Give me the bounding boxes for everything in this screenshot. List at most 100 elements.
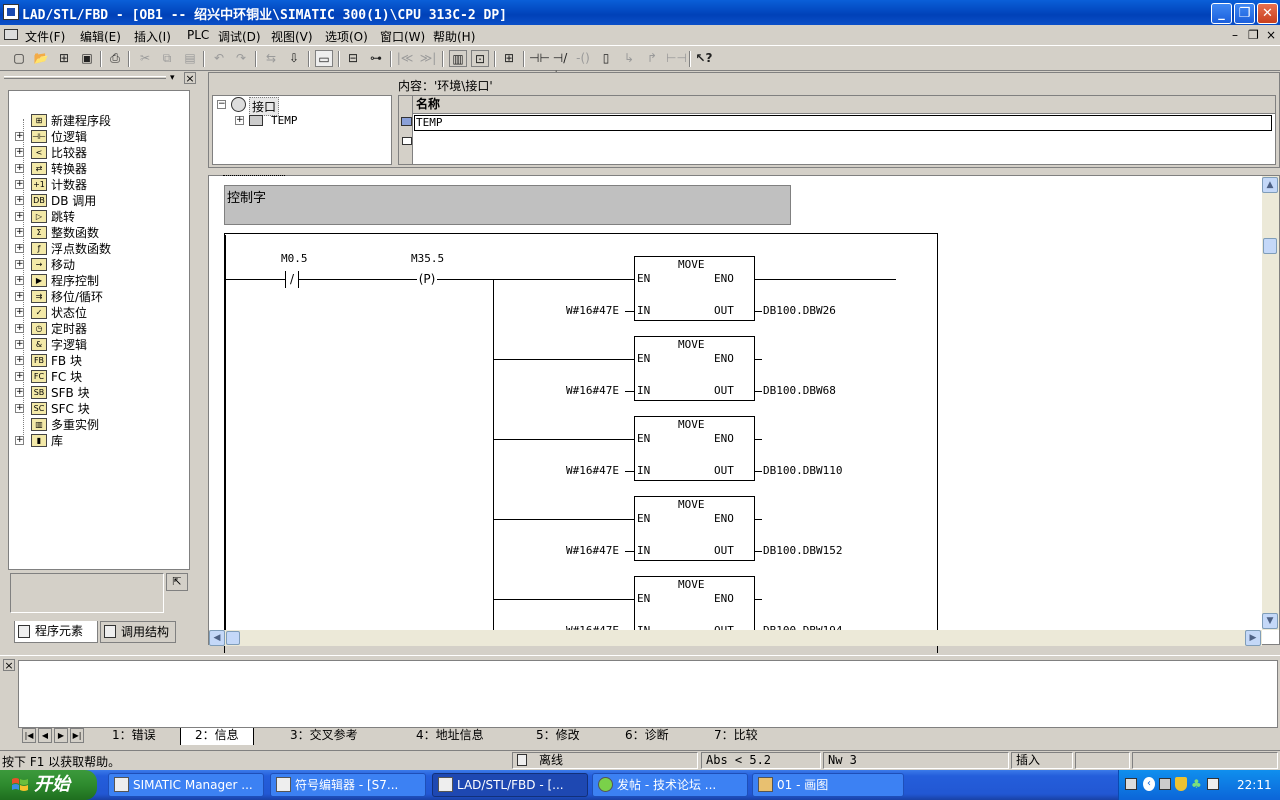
list-header-name[interactable]: 名称 — [413, 96, 1275, 114]
vertical-scroll-thumb[interactable] — [1263, 238, 1277, 254]
paste-icon[interactable]: ▤ — [181, 50, 199, 67]
contact-no-icon[interactable]: ⊣⊢ — [529, 50, 550, 67]
monitor-icon[interactable]: ⊟ — [344, 50, 362, 67]
connection-icon[interactable]: ⊢⊣ — [666, 50, 687, 67]
program-elements-tree[interactable]: ⊞ 新建程序段 + ⊣⊢ 位逻辑 + < 比较器 + ⇄ 转换器 + +1 计数器 + DB DB 调用 + ▷ 跳转… — [8, 90, 190, 570]
security-shield-icon[interactable] — [1175, 777, 1187, 791]
tab-next-icon[interactable]: ▶ — [54, 728, 68, 743]
tree-item[interactable]: + ⇄ 转换器 — [9, 161, 189, 177]
scroll-up-icon[interactable]: ▲ — [1262, 177, 1278, 193]
tab-errors[interactable]: 1：错误 — [112, 728, 156, 745]
list-row-temp[interactable]: TEMP — [414, 115, 1272, 131]
open-icon[interactable]: 📂 — [32, 50, 50, 67]
help-icon[interactable]: ↖? — [695, 50, 713, 67]
taskbar-lad-stl-fbd[interactable]: LAD/STL/FBD - [... — [432, 773, 588, 797]
expand-icon[interactable]: + — [15, 196, 24, 205]
network-icon[interactable]: ⊶ — [367, 50, 385, 67]
cut-icon[interactable]: ✂ — [136, 50, 154, 67]
close-button[interactable]: ✕ — [1257, 3, 1278, 24]
expand-icon[interactable]: + — [15, 324, 24, 333]
tree-item[interactable]: + ✓ 状态位 — [9, 305, 189, 321]
minimize-button[interactable]: _ — [1211, 3, 1232, 24]
tree-item[interactable]: + ⇉ 移位/循环 — [9, 289, 189, 305]
move-out-value[interactable]: DB100.DBW68 — [763, 384, 836, 397]
redo-icon[interactable]: ↷ — [232, 50, 250, 67]
tab-prev-icon[interactable]: ◀ — [38, 728, 52, 743]
move-out-value[interactable]: DB100.DBW26 — [763, 304, 836, 317]
menu-debug[interactable]: 调试(D) — [218, 28, 261, 45]
tree-item[interactable]: + SB SFB 块 — [9, 385, 189, 401]
details-icon[interactable]: ⊡ — [471, 50, 489, 67]
undo-icon[interactable]: ↶ — [210, 50, 228, 67]
print-icon[interactable]: ⎙ — [106, 50, 124, 67]
horizontal-scrollbar[interactable]: ◀ ▶ — [209, 630, 1262, 646]
mdi-restore-button[interactable]: ❐ — [1248, 28, 1259, 42]
expand-icon[interactable]: + — [15, 388, 24, 397]
tree-item[interactable]: + ▷ 跳转 — [9, 209, 189, 225]
restore-button[interactable]: ❐ — [1234, 3, 1255, 24]
insert-element-icon[interactable]: ⇱ — [166, 573, 188, 591]
interface-tree-temp[interactable]: TEMP — [271, 114, 298, 127]
copy-icon[interactable]: ⧉ — [158, 50, 176, 67]
tree-item[interactable]: + → 移动 — [9, 257, 189, 273]
tree-item[interactable]: + & 字逻辑 — [9, 337, 189, 353]
menu-help[interactable]: 帮助(H) — [433, 28, 475, 45]
menu-options[interactable]: 选项(O) — [325, 28, 368, 45]
expand-icon[interactable]: + — [15, 228, 24, 237]
expand-icon[interactable]: + — [15, 372, 24, 381]
mdi-close-button[interactable]: × — [1266, 28, 1276, 42]
title-bar[interactable]: LAD/STL/FBD - [OB1 -- 绍兴中环铜业\SIMATIC 300… — [0, 0, 1280, 25]
vertical-scrollbar[interactable]: ▲ ▼ — [1262, 176, 1279, 630]
tree-item[interactable]: + SC SFC 块 — [9, 401, 189, 417]
taskbar-simatic-manager[interactable]: SIMATIC Manager ... — [108, 773, 264, 797]
move-in-value[interactable]: W#16#47E — [566, 544, 619, 557]
scroll-down-icon[interactable]: ▼ — [1262, 613, 1278, 629]
expand-icon[interactable]: + — [15, 404, 24, 413]
prev-network-icon[interactable]: |≪ — [396, 50, 414, 67]
tree-item[interactable]: + ◷ 定时器 — [9, 321, 189, 337]
expand-icon[interactable]: + — [235, 116, 244, 125]
load-icon[interactable]: ⇆ — [262, 50, 280, 67]
move-in-value[interactable]: W#16#47E — [566, 464, 619, 477]
next-network-icon[interactable]: ≫| — [419, 50, 437, 67]
contact-nc-icon[interactable]: ⊣/⊢ — [551, 50, 569, 82]
details-close-icon[interactable]: × — [3, 659, 15, 671]
taskbar-forum-post[interactable]: 发帖 - 技术论坛 ... — [592, 773, 748, 797]
tab-compare[interactable]: 7：比较 — [714, 728, 758, 745]
expand-icon[interactable]: + — [15, 164, 24, 173]
tree-item[interactable]: + ⊣⊢ 位逻辑 — [9, 129, 189, 145]
tree-item[interactable]: ▥ 多重实例 — [9, 417, 189, 433]
coil-icon[interactable]: -() — [574, 50, 592, 67]
expand-icon[interactable]: + — [15, 244, 24, 253]
scroll-right-icon[interactable]: ▶ — [1245, 630, 1261, 646]
new-network-icon[interactable]: ⊞ — [500, 50, 518, 67]
tree-item[interactable]: + ▶ 程序控制 — [9, 273, 189, 289]
network-comment[interactable]: 控制字 — [224, 185, 791, 225]
tab-last-icon[interactable]: ▶| — [70, 728, 84, 743]
keyboard-icon[interactable] — [1125, 778, 1137, 790]
update-icon[interactable]: ♣ — [1191, 777, 1203, 791]
document-icon[interactable] — [4, 29, 18, 40]
network-tray-icon[interactable] — [1159, 778, 1171, 790]
nc-contact[interactable]: / — [285, 271, 299, 288]
menu-plc[interactable]: PLC — [187, 28, 209, 42]
tree-item[interactable]: + ƒ 浮点数函数 — [9, 241, 189, 257]
menu-insert[interactable]: 插入(I) — [134, 28, 171, 45]
program-elements-icon[interactable]: ▥ — [449, 50, 467, 67]
close-branch-icon[interactable]: ↱ — [643, 50, 661, 67]
expand-icon[interactable]: + — [15, 340, 24, 349]
tab-info[interactable]: 2：信息 — [180, 728, 254, 745]
expand-icon[interactable]: + — [15, 260, 24, 269]
details-output-area[interactable] — [18, 660, 1278, 728]
move-in-value[interactable]: W#16#47E — [566, 384, 619, 397]
scroll-left-icon[interactable]: ◀ — [209, 630, 225, 646]
save-icon[interactable]: ▣ — [78, 50, 96, 67]
expand-icon[interactable]: + — [15, 180, 24, 189]
tab-first-icon[interactable]: |◀ — [22, 728, 36, 743]
tree-item[interactable]: + FC FC 块 — [9, 369, 189, 385]
tab-address-info[interactable]: 4：地址信息 — [416, 728, 484, 745]
tree-item[interactable]: + FB FB 块 — [9, 353, 189, 369]
menu-view[interactable]: 视图(V) — [271, 28, 313, 45]
tab-modify[interactable]: 5：修改 — [536, 728, 580, 745]
move-in-value[interactable]: W#16#47E — [566, 304, 619, 317]
